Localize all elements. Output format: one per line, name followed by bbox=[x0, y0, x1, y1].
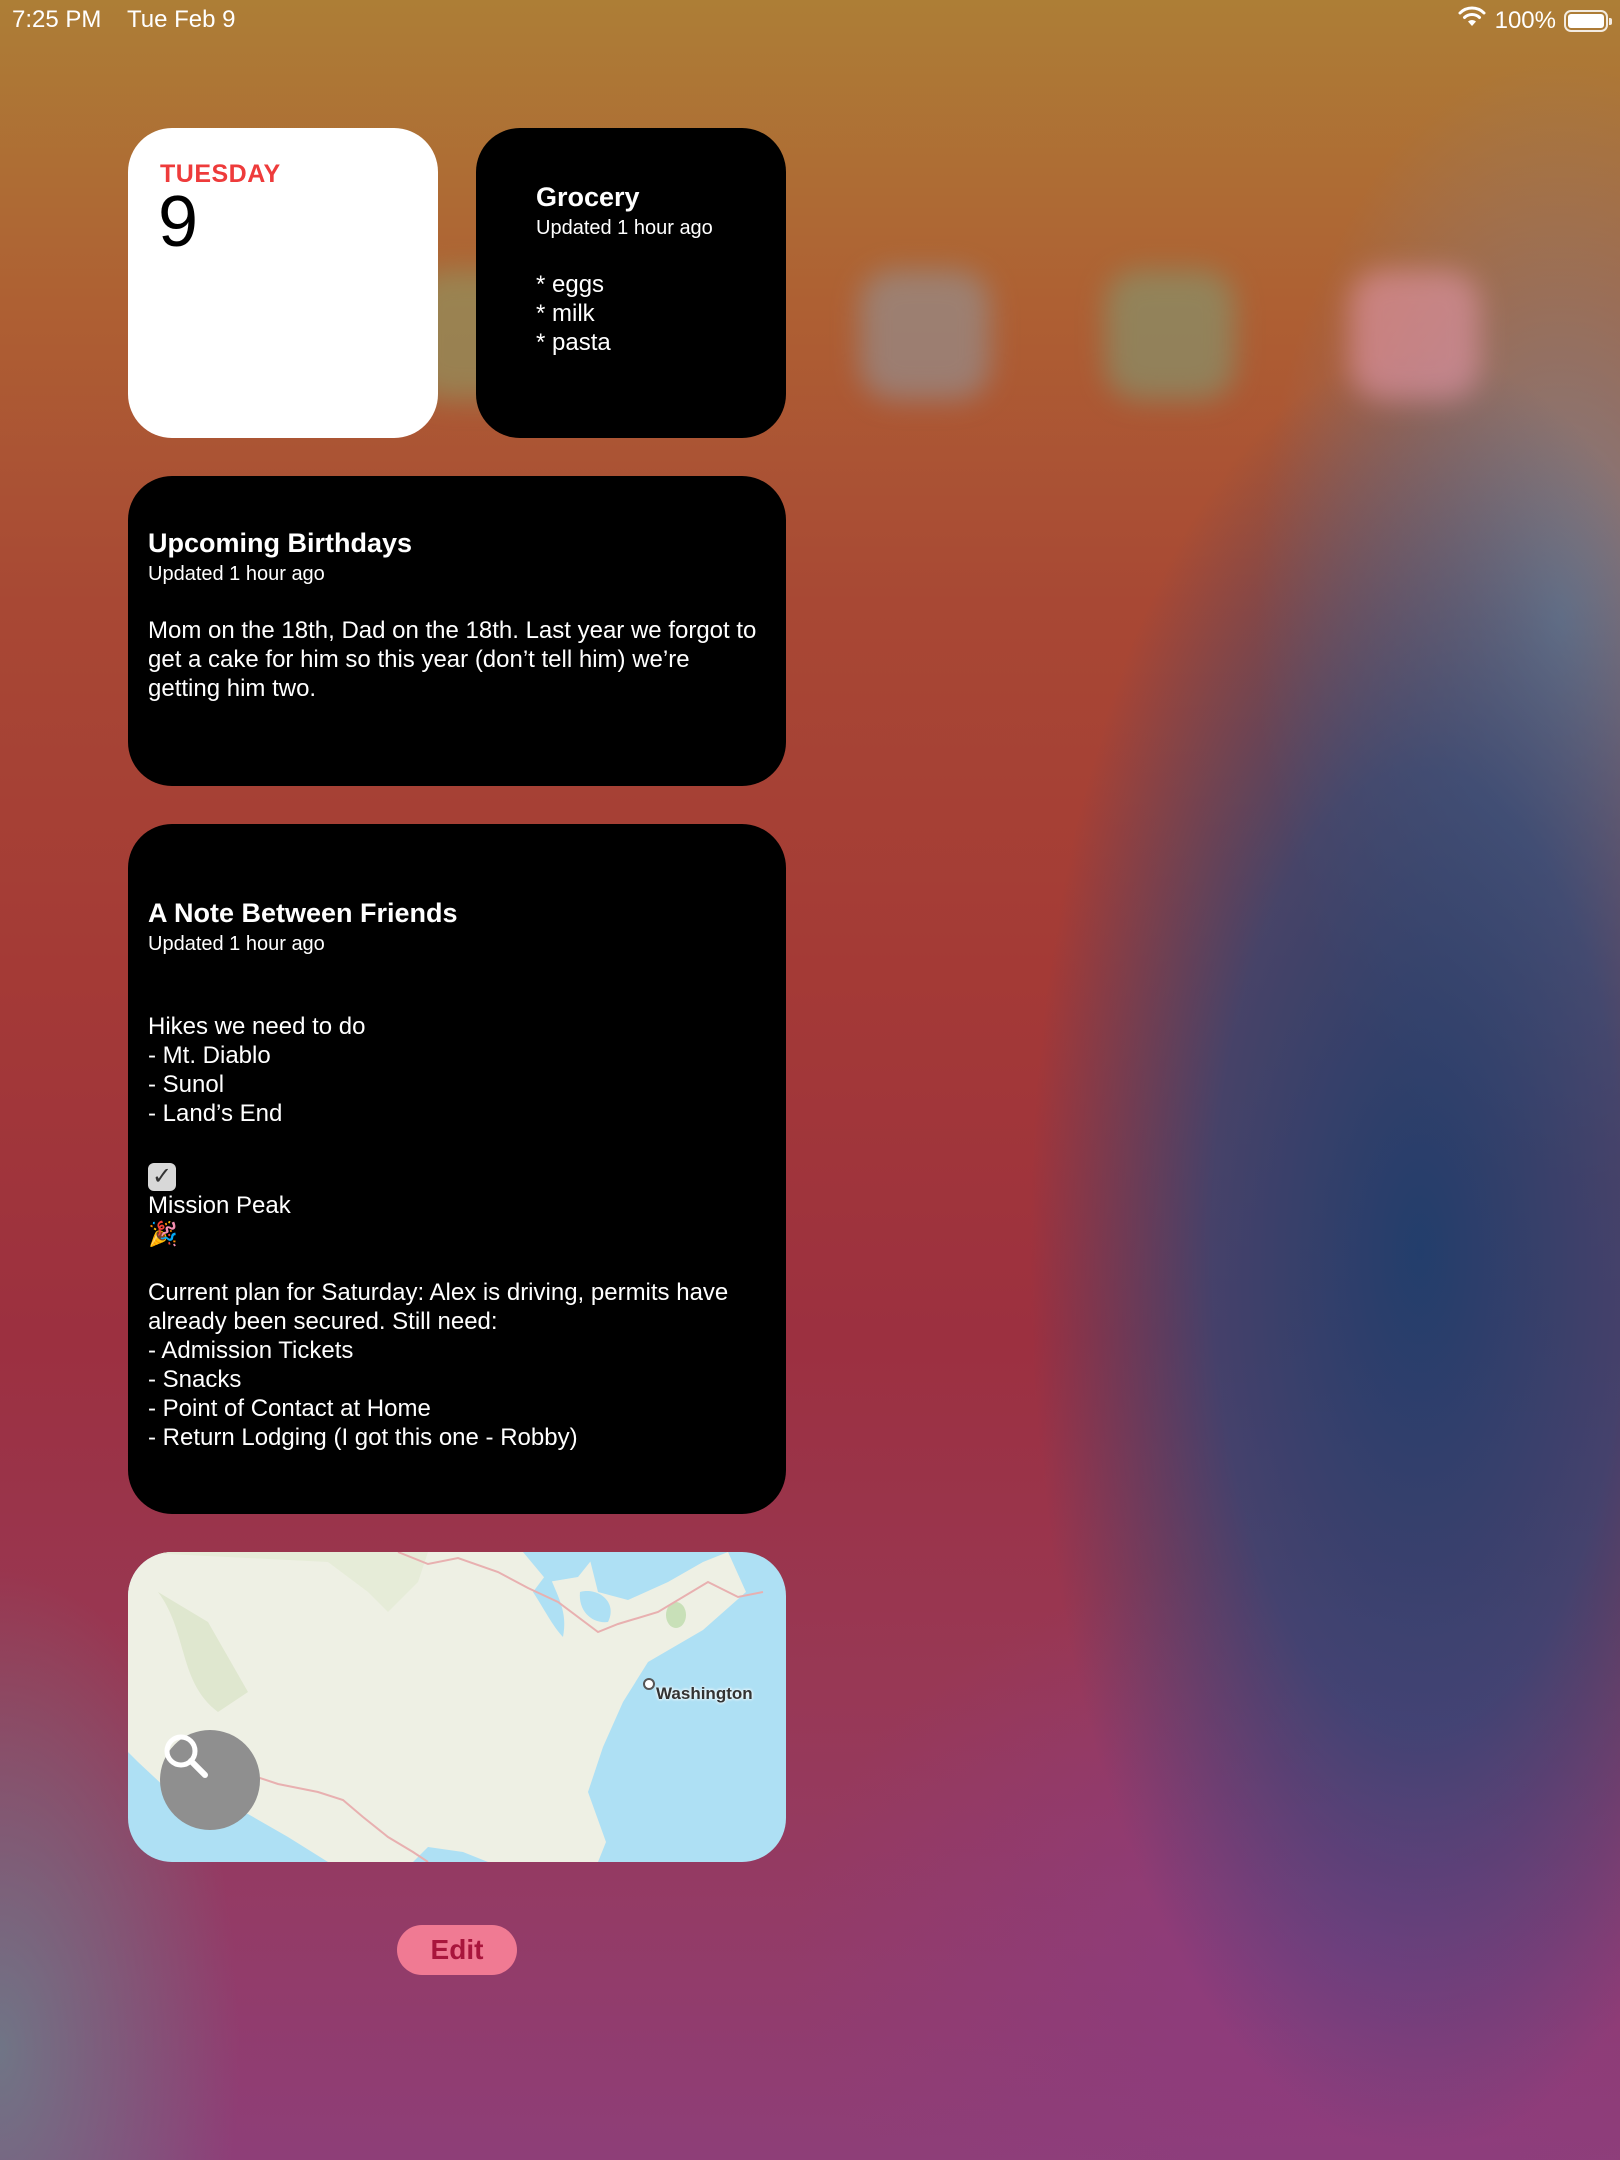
widget-updated-time: Updated 1 hour ago bbox=[148, 933, 325, 955]
grocery-note-widget[interactable]: Grocery Updated 1 hour ago * eggs * milk… bbox=[476, 128, 786, 438]
checkmark-box-icon: ✓ bbox=[148, 1163, 176, 1191]
birthdays-content: Upcoming Birthdays Updated 1 hour ago Mo… bbox=[148, 528, 768, 703]
note-checked-item: ✓ Mission Peak 🎉 bbox=[148, 1128, 768, 1249]
widget-body: * eggs * milk * pasta bbox=[536, 271, 611, 356]
battery-icon bbox=[1564, 9, 1612, 32]
widget-title: A Note Between Friends bbox=[148, 898, 458, 928]
checked-item-label: Mission Peak bbox=[148, 1192, 291, 1219]
battery-percent: 100% bbox=[1494, 6, 1556, 34]
status-right: 100% bbox=[1457, 6, 1612, 35]
blurred-app-icon bbox=[1105, 270, 1235, 400]
edit-button[interactable]: Edit bbox=[397, 1925, 517, 1975]
widget-body: Mom on the 18th, Dad on the 18th. Last y… bbox=[148, 617, 757, 702]
party-popper-icon: 🎉 bbox=[148, 1221, 178, 1248]
widget-updated-time: Updated 1 hour ago bbox=[148, 563, 325, 585]
wifi-icon bbox=[1457, 6, 1487, 35]
note-plan-text: Current plan for Saturday: Alex is drivi… bbox=[148, 1279, 729, 1451]
widget-title: Grocery bbox=[536, 182, 640, 212]
status-time: 7:25 PM bbox=[12, 6, 102, 33]
maps-widget[interactable]: Washington bbox=[128, 1552, 786, 1862]
upcoming-birthdays-widget[interactable]: Upcoming Birthdays Updated 1 hour ago Mo… bbox=[128, 476, 786, 786]
map-search-button[interactable] bbox=[160, 1730, 260, 1830]
widget-title: Upcoming Birthdays bbox=[148, 528, 413, 558]
calendar-day-number: 9 bbox=[158, 182, 199, 262]
calendar-widget[interactable]: TUESDAY 9 bbox=[128, 128, 438, 438]
status-bar: 7:25 PM Tue Feb 9 100% bbox=[0, 0, 1620, 40]
note-between-friends-widget[interactable]: A Note Between Friends Updated 1 hour ag… bbox=[128, 824, 786, 1514]
note-hikes-list: Hikes we need to do - Mt. Diablo - Sunol… bbox=[148, 1013, 366, 1127]
note-content: A Note Between Friends Updated 1 hour ag… bbox=[148, 898, 768, 1452]
map-location-label: Washington bbox=[656, 1684, 753, 1703]
blurred-app-icon bbox=[860, 270, 990, 400]
grocery-content: Grocery Updated 1 hour ago * eggs * milk… bbox=[536, 182, 713, 357]
widget-updated-time: Updated 1 hour ago bbox=[536, 217, 713, 239]
blurred-app-icon bbox=[1350, 270, 1480, 400]
status-date: Tue Feb 9 bbox=[127, 6, 236, 33]
